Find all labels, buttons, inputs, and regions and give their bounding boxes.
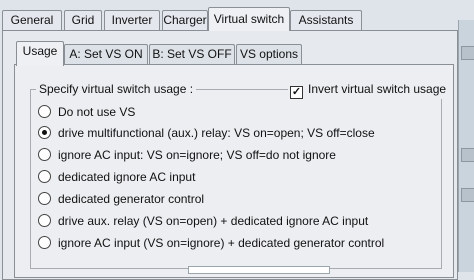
radio-icon[interactable] bbox=[38, 236, 51, 249]
subtab-set-vs-on[interactable]: A: Set VS ON bbox=[64, 44, 148, 64]
radio-selected-icon[interactable] bbox=[38, 126, 51, 139]
radio-icon[interactable] bbox=[38, 192, 51, 205]
invert-vs-usage-checkbox[interactable]: ✓ Invert virtual switch usage bbox=[288, 82, 451, 99]
tab-charger[interactable]: Charger bbox=[162, 10, 208, 30]
radio-dedicated-generator-control[interactable]: dedicated generator control bbox=[38, 192, 204, 208]
scroll-marker-icon[interactable] bbox=[461, 188, 474, 202]
main-tab-bar: General Grid Inverter Charger Virtual sw… bbox=[0, 0, 474, 34]
radio-ignore-ac-dedicated-generator[interactable]: ignore AC input (VS on=ignore) + dedicat… bbox=[38, 236, 384, 252]
radio-drive-aux-relay-dedicated-ignore[interactable]: drive aux. relay (VS on=open) + dedicate… bbox=[38, 214, 368, 230]
usage-group-label: Specify virtual switch usage : bbox=[36, 82, 197, 96]
scroll-thumb-icon[interactable] bbox=[461, 46, 474, 60]
subtab-set-vs-off[interactable]: B: Set VS OFF bbox=[149, 44, 235, 64]
radio-ignore-ac-input[interactable]: ignore AC input: VS on=ignore; VS off=do… bbox=[38, 148, 336, 164]
radio-do-not-use-vs[interactable]: Do not use VS bbox=[38, 105, 135, 121]
tab-general[interactable]: General bbox=[2, 10, 62, 30]
radio-label: dedicated ignore AC input bbox=[58, 170, 196, 184]
radio-dedicated-ignore-ac-input[interactable]: dedicated ignore AC input bbox=[38, 170, 195, 186]
tab-assistants[interactable]: Assistants bbox=[290, 10, 362, 30]
scroll-marker-icon[interactable] bbox=[461, 148, 474, 162]
radio-label: drive multifunctional (aux.) relay: VS o… bbox=[58, 126, 375, 140]
radio-icon[interactable] bbox=[38, 105, 51, 118]
radio-label: drive aux. relay (VS on=open) + dedicate… bbox=[58, 214, 369, 228]
tab-virtual-switch[interactable]: Virtual switch bbox=[208, 7, 290, 31]
tab-inverter[interactable]: Inverter bbox=[104, 10, 160, 30]
radio-label: Do not use VS bbox=[58, 105, 136, 119]
subtab-usage[interactable]: Usage bbox=[16, 41, 64, 66]
radio-icon[interactable] bbox=[38, 148, 51, 161]
radio-label: ignore AC input (VS on=ignore) + dedicat… bbox=[58, 236, 385, 250]
tab-grid[interactable]: Grid bbox=[64, 10, 102, 30]
radio-label: dedicated generator control bbox=[58, 192, 205, 206]
invert-vs-usage-label: Invert virtual switch usage bbox=[308, 82, 447, 96]
radio-icon[interactable] bbox=[38, 170, 51, 183]
radio-label: ignore AC input: VS on=ignore; VS off=do… bbox=[58, 148, 336, 162]
radio-drive-multifunctional-relay[interactable]: drive multifunctional (aux.) relay: VS o… bbox=[38, 126, 375, 142]
vertical-scrollbar[interactable] bbox=[458, 20, 474, 272]
checkbox-checked-icon[interactable]: ✓ bbox=[290, 86, 303, 99]
subtab-vs-options[interactable]: VS options bbox=[236, 44, 302, 64]
radio-icon[interactable] bbox=[38, 214, 51, 227]
bottom-button-edge[interactable] bbox=[188, 266, 330, 274]
